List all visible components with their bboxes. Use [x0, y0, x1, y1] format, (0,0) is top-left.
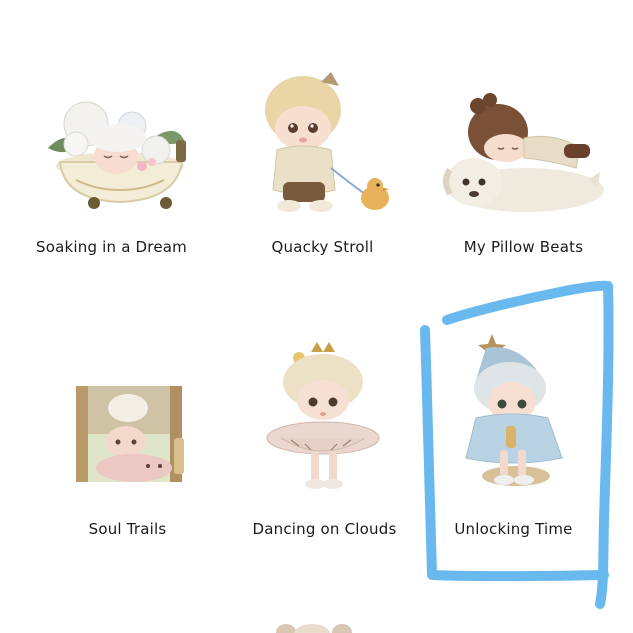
product-title[interactable]: Soaking in a Dream [6, 238, 217, 256]
product-card-soaking-in-a-dream[interactable]: Soaking in a Dream [6, 40, 217, 300]
figure-image-my-pillow-beats [418, 40, 629, 260]
figure-image-unlocking-time [408, 322, 619, 542]
product-card-unlocking-time[interactable]: Unlocking Time [408, 322, 619, 582]
product-title[interactable]: Soul Trails [22, 520, 233, 538]
next-row-figure-peek [276, 624, 352, 633]
figure-image-dancing-on-clouds [219, 322, 430, 542]
product-title[interactable]: Dancing on Clouds [219, 520, 430, 538]
product-card-quacky-stroll[interactable]: Quacky Stroll [217, 40, 428, 300]
product-card-dancing-on-clouds[interactable]: Dancing on Clouds [219, 322, 430, 582]
figure-image-quacky-stroll [217, 40, 428, 260]
figure-image-soul-trails [22, 322, 233, 542]
product-title[interactable]: Unlocking Time [408, 520, 619, 538]
product-card-soul-trails[interactable]: Soul Trails [22, 322, 233, 582]
figure-image-soaking-in-a-dream [6, 40, 217, 260]
product-title[interactable]: My Pillow Beats [418, 238, 629, 256]
product-title[interactable]: Quacky Stroll [217, 238, 428, 256]
product-card-my-pillow-beats[interactable]: My Pillow Beats [418, 40, 629, 300]
